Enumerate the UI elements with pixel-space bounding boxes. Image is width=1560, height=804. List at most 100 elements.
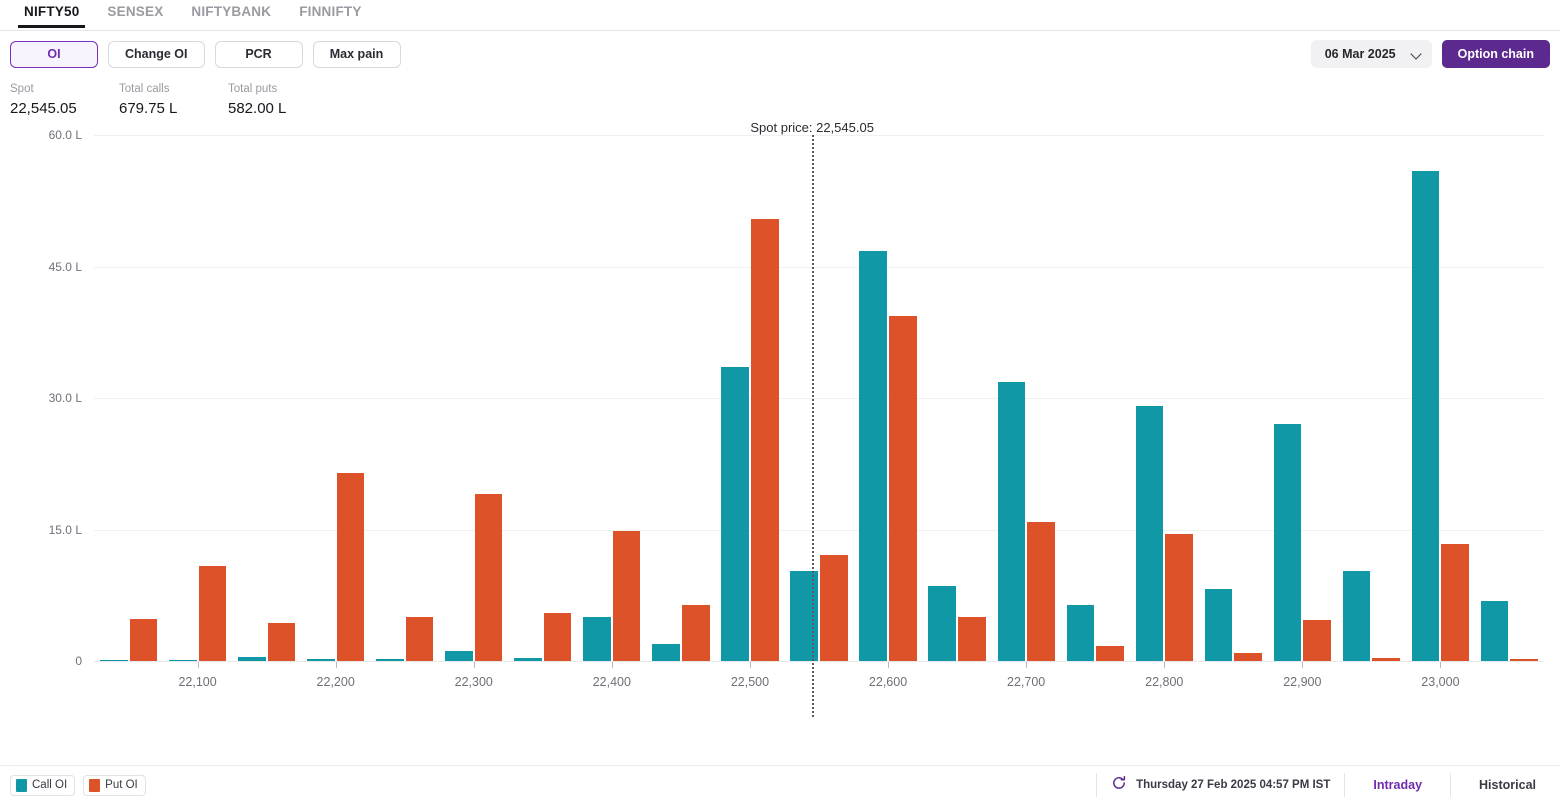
tab-niftybank[interactable]: NIFTYBANK [177, 0, 285, 28]
y-gridline [94, 529, 1544, 531]
call-oi-bar[interactable] [1204, 589, 1233, 661]
option-chain-oi-page: NIFTY50 SENSEX NIFTYBANK FINNIFTY OI Cha… [0, 0, 1560, 804]
footer-right: Thursday 27 Feb 2025 04:57 PM IST Intrad… [1082, 772, 1550, 798]
x-axis-tick-mark [611, 662, 613, 668]
call-oi-bar[interactable] [1342, 570, 1371, 661]
metric-button-change-oi[interactable]: Change OI [108, 40, 205, 68]
stat-spot: Spot 22,545.05 [10, 81, 119, 120]
put-oi-bar[interactable] [889, 316, 917, 661]
x-axis-tick-label: 22,700 [1007, 675, 1046, 689]
put-oi-bar[interactable] [750, 219, 779, 661]
y-axis-tick-label: 60.0 L [48, 128, 82, 142]
call-oi-bar[interactable] [1066, 604, 1095, 661]
legend-item-call-oi[interactable]: Call OI [10, 774, 76, 796]
put-oi-bar[interactable] [1303, 619, 1331, 661]
refresh-row[interactable]: Thursday 27 Feb 2025 04:57 PM IST [1111, 775, 1330, 796]
legend-swatch-call [16, 778, 27, 792]
call-oi-bar[interactable] [1480, 600, 1509, 661]
x-axis-tick-label: 23,000 [1421, 675, 1460, 689]
x-axis-tick-mark [1440, 662, 1442, 668]
chart-area: 0 15.0 L 30.0 L 45.0 L 60.0 L 22,100 22,200 22,… [0, 120, 1560, 804]
x-axis-tick-label: 22,400 [592, 675, 631, 689]
call-oi-bar[interactable] [583, 617, 611, 661]
put-oi-bar[interactable] [474, 494, 503, 661]
spot-price-line [812, 135, 815, 717]
x-axis-tick-label: 22,900 [1283, 675, 1322, 689]
x-axis-tick-mark [197, 662, 199, 668]
y-axis-tick-label: 30.0 L [48, 391, 82, 405]
put-oi-bar[interactable] [336, 473, 365, 661]
put-oi-bar[interactable] [1027, 521, 1055, 661]
put-oi-bar[interactable] [543, 612, 572, 661]
x-axis-tick-mark [1164, 662, 1166, 668]
expiry-date-value: 06 Mar 2025 [1324, 47, 1396, 61]
call-oi-bar[interactable] [1273, 424, 1302, 661]
put-oi-bar[interactable] [129, 618, 158, 661]
put-oi-bar[interactable] [681, 604, 710, 661]
y-gridline [94, 266, 1544, 268]
x-axis-tick-label: 22,600 [868, 675, 908, 689]
x-axis-tick-mark [335, 662, 337, 668]
stat-total-puts-label: Total puts [228, 83, 278, 95]
legend-item-put-oi[interactable]: Put OI [83, 774, 146, 796]
put-oi-bar[interactable] [1441, 543, 1470, 661]
footer-divider-1 [1096, 773, 1098, 797]
put-oi-bar[interactable] [820, 554, 848, 661]
call-oi-bar[interactable] [859, 250, 888, 661]
put-oi-bar[interactable] [612, 531, 641, 661]
metric-button-max-pain[interactable]: Max pain [312, 40, 401, 68]
stat-total-calls-value: 679.75 L [119, 100, 178, 117]
metric-button-pcr[interactable]: PCR [214, 40, 303, 68]
stat-total-calls: Total calls 679.75 L [119, 81, 228, 120]
x-axis-tick-mark [749, 662, 751, 668]
call-oi-bar[interactable] [1135, 405, 1164, 661]
stat-total-calls-label: Total calls [119, 83, 170, 95]
call-oi-bar[interactable] [721, 367, 749, 661]
chart-legend: Call OI Put OI [10, 774, 146, 796]
call-oi-bar[interactable] [928, 585, 957, 661]
put-oi-bar[interactable] [958, 617, 986, 661]
put-oi-bar[interactable] [1096, 646, 1124, 661]
option-chain-button[interactable]: Option chain [1441, 40, 1550, 68]
last-updated-timestamp: Thursday 27 Feb 2025 04:57 PM IST [1136, 779, 1331, 791]
expiry-date-select[interactable]: 06 Mar 2025 [1310, 40, 1432, 68]
footer-divider-3 [1450, 773, 1452, 797]
call-oi-bar[interactable] [445, 651, 473, 661]
tab-sensex[interactable]: SENSEX [93, 0, 177, 28]
metric-button-oi[interactable]: OI [10, 40, 98, 68]
y-gridline [94, 398, 1544, 399]
put-oi-bar[interactable] [1234, 653, 1262, 661]
x-axis-tick-label: 22,100 [178, 675, 217, 689]
x-axis-tick-mark [888, 662, 890, 668]
put-oi-bar[interactable] [267, 623, 296, 661]
oi-bar-chart[interactable]: 0 15.0 L 30.0 L 45.0 L 60.0 L 22,100 22,200 22,… [0, 120, 1560, 760]
view-toggle-historical[interactable]: Historical [1465, 778, 1550, 792]
x-axis-tick-label: 22,500 [730, 675, 770, 689]
view-toggle-intraday[interactable]: Intraday [1359, 778, 1436, 792]
call-oi-bar[interactable] [652, 644, 680, 661]
call-oi-bar[interactable] [997, 382, 1026, 661]
x-axis-tick-mark [473, 662, 475, 668]
stat-total-puts-value: 582.00 L [228, 100, 287, 117]
put-oi-bar[interactable] [198, 566, 227, 661]
x-axis-tick-label: 22,300 [454, 675, 493, 689]
x-axis-line [94, 661, 1544, 662]
x-axis-tick-mark [1026, 662, 1028, 668]
tab-finnifty[interactable]: FINNIFTY [285, 0, 375, 28]
chart-footer: Call OI Put OI Thursday 27 Feb 2025 04:5… [0, 765, 1560, 804]
index-tabbar: NIFTY50 SENSEX NIFTYBANK FINNIFTY [0, 0, 1560, 31]
spot-price-label: Spot price: 22,545.05 [750, 120, 874, 135]
chevron-down-icon [1412, 49, 1422, 59]
refresh-icon[interactable] [1111, 775, 1127, 796]
y-axis-tick-label: 0 [75, 654, 82, 668]
put-oi-bar[interactable] [1165, 533, 1193, 661]
footer-divider-2 [1344, 773, 1346, 797]
tab-nifty50[interactable]: NIFTY50 [10, 0, 93, 28]
legend-label-call: Call OI [32, 779, 68, 791]
y-gridline [94, 135, 1544, 136]
call-oi-bar[interactable] [1411, 170, 1440, 661]
put-oi-bar[interactable] [405, 617, 434, 661]
stat-total-puts: Total puts 582.00 L [228, 81, 337, 120]
legend-label-put: Put OI [105, 779, 138, 791]
y-axis-tick-label: 45.0 L [48, 259, 82, 274]
